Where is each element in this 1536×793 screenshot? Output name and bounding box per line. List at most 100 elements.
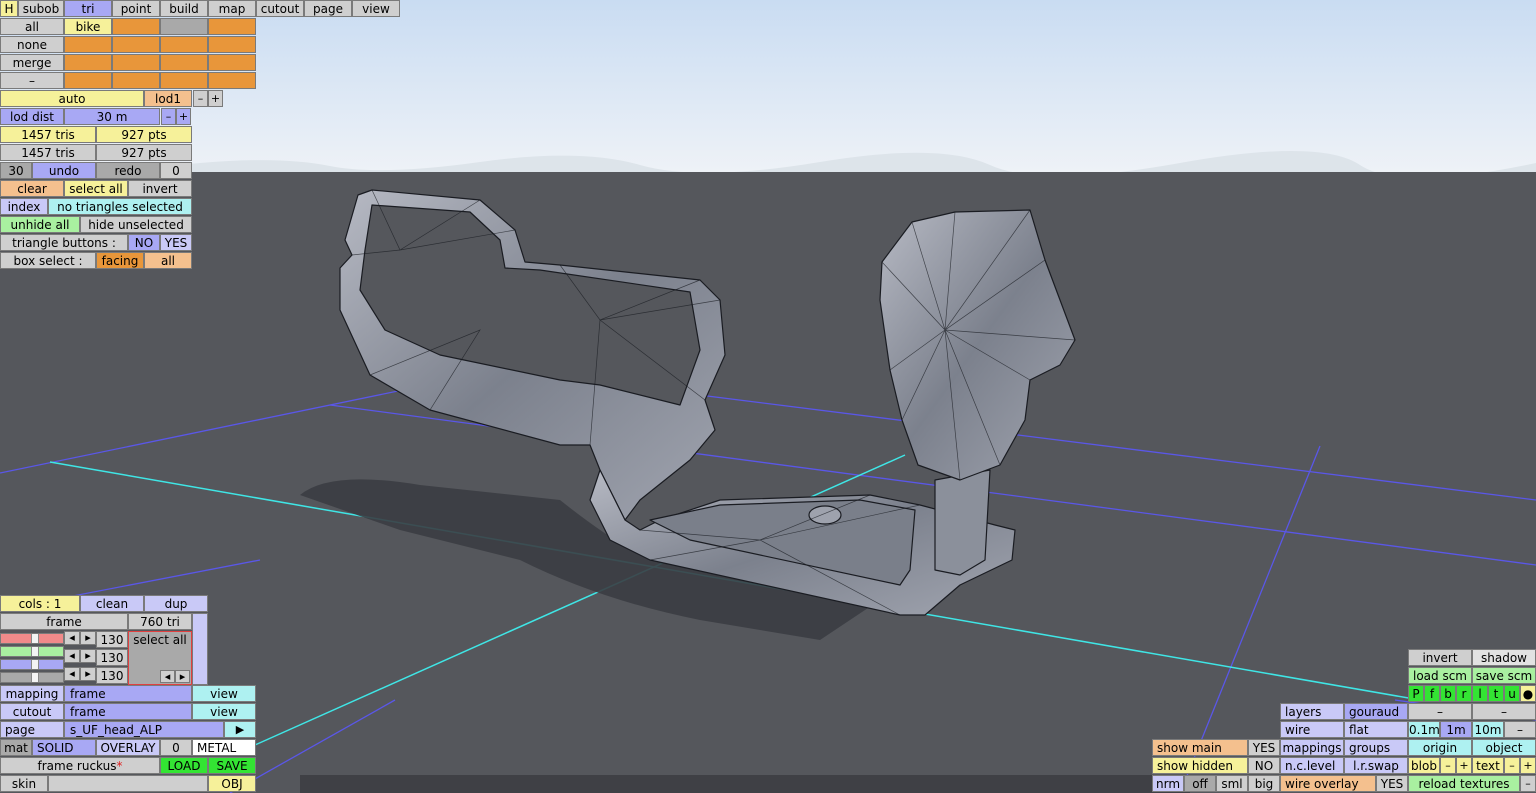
tab-cutout[interactable]: cutout xyxy=(256,0,304,17)
lod-plus-button[interactable]: + xyxy=(208,90,223,107)
unhide-all-button[interactable]: unhide all xyxy=(0,216,80,233)
color-right-arrow[interactable]: ▸ xyxy=(175,670,190,683)
object-button[interactable]: object xyxy=(1472,739,1536,756)
lod-dist-plus-button[interactable]: + xyxy=(176,108,191,125)
skin-field[interactable] xyxy=(48,775,208,792)
mat-solid-button[interactable]: SOLID xyxy=(32,739,96,756)
index-button[interactable]: index xyxy=(0,198,48,215)
blob-button[interactable]: blob xyxy=(1408,757,1440,774)
group-slot[interactable] xyxy=(160,54,208,71)
show-hidden-toggle[interactable]: NO xyxy=(1248,757,1280,774)
group-slot[interactable] xyxy=(208,18,256,35)
tab-view[interactable]: view xyxy=(352,0,400,17)
select-all-button[interactable]: select all xyxy=(64,180,128,197)
text-button[interactable]: text xyxy=(1472,757,1504,774)
grid-01m-button[interactable]: 0.1m xyxy=(1408,721,1440,738)
tab-point[interactable]: point xyxy=(112,0,160,17)
group-slot[interactable] xyxy=(64,54,112,71)
lod-dist-minus-button[interactable]: – xyxy=(161,108,176,125)
grid-1m-button[interactable]: 1m xyxy=(1440,721,1472,738)
lod-auto-button[interactable]: auto xyxy=(0,90,144,107)
group-slot[interactable] xyxy=(64,72,112,89)
h-button[interactable]: H xyxy=(0,0,18,17)
group-name[interactable]: frame xyxy=(0,613,128,630)
red-left-arrow[interactable]: ◂ xyxy=(64,631,80,645)
group-slot[interactable] xyxy=(160,36,208,53)
tab-subob[interactable]: subob xyxy=(18,0,64,17)
origin-button[interactable]: origin xyxy=(1408,739,1472,756)
triangle-buttons-no[interactable]: NO xyxy=(128,234,160,251)
mapping-value[interactable]: frame xyxy=(64,685,192,702)
mappings-button[interactable]: mappings xyxy=(1280,739,1344,756)
flat-button[interactable]: flat xyxy=(1344,721,1408,738)
tab-page[interactable]: page xyxy=(304,0,352,17)
flag-t[interactable]: t xyxy=(1488,685,1504,702)
flag-dot[interactable]: ● xyxy=(1520,685,1536,702)
merge-button[interactable]: merge xyxy=(0,54,64,71)
tab-map[interactable]: map xyxy=(208,0,256,17)
nrm-off-button[interactable]: off xyxy=(1184,775,1216,792)
group-scroll[interactable] xyxy=(192,613,208,685)
lr-swap-button[interactable]: l.r.swap xyxy=(1344,757,1408,774)
3d-viewport[interactable] xyxy=(0,0,1536,793)
bottom-scrollbar[interactable] xyxy=(300,775,1190,793)
wire-button[interactable]: wire xyxy=(1280,721,1344,738)
cols-button[interactable]: cols : 1 xyxy=(0,595,80,612)
blue-slider[interactable] xyxy=(0,659,64,670)
text-minus-button[interactable]: – xyxy=(1504,757,1520,774)
page-value[interactable]: s_UF_head_ALP xyxy=(64,721,224,738)
green-left-arrow[interactable]: ◂ xyxy=(64,649,80,663)
gouraud-button[interactable]: gouraud xyxy=(1344,703,1408,720)
hide-unselected-button[interactable]: hide unselected xyxy=(80,216,192,233)
show-main-toggle[interactable]: YES xyxy=(1248,739,1280,756)
green-right-arrow[interactable]: ▸ xyxy=(80,649,96,663)
file-name[interactable]: frame ruckus* xyxy=(0,757,160,774)
alpha-slider[interactable] xyxy=(0,672,64,683)
flag-l[interactable]: l xyxy=(1472,685,1488,702)
group-slot[interactable] xyxy=(112,18,160,35)
select-none-button[interactable]: none xyxy=(0,36,64,53)
undo-button[interactable]: undo xyxy=(32,162,96,179)
group-remove-button[interactable]: – xyxy=(0,72,64,89)
lod-dist-value[interactable]: 30 m xyxy=(64,108,160,125)
blue-right-arrow[interactable]: ▸ xyxy=(80,667,96,681)
load-button[interactable]: LOAD xyxy=(160,757,208,774)
select-all-groups-button[interactable]: all xyxy=(0,18,64,35)
lod-minus-button[interactable]: – xyxy=(193,90,208,107)
red-slider[interactable] xyxy=(0,633,64,644)
flag-r[interactable]: r xyxy=(1456,685,1472,702)
reload-minus-button[interactable]: – xyxy=(1520,775,1536,792)
flag-u[interactable]: u xyxy=(1504,685,1520,702)
save-scm-button[interactable]: save scm xyxy=(1472,667,1536,684)
nrm-big-button[interactable]: big xyxy=(1248,775,1280,792)
mat-number[interactable]: 0 xyxy=(160,739,192,756)
group-slot[interactable] xyxy=(64,36,112,53)
page-next-button[interactable]: ▶ xyxy=(224,721,256,738)
tab-build[interactable]: build xyxy=(160,0,208,17)
reload-textures-button[interactable]: reload textures xyxy=(1408,775,1520,792)
flag-p[interactable]: P xyxy=(1408,685,1424,702)
color-left-arrow[interactable]: ◂ xyxy=(160,670,175,683)
clean-button[interactable]: clean xyxy=(80,595,144,612)
box-select-facing[interactable]: facing xyxy=(96,252,144,269)
group-slot[interactable] xyxy=(208,72,256,89)
wire-overlay-toggle[interactable]: YES xyxy=(1376,775,1408,792)
group-slot[interactable] xyxy=(160,18,208,35)
group-slot[interactable] xyxy=(112,72,160,89)
mapping-view-button[interactable]: view xyxy=(192,685,256,702)
grid-minus-button[interactable]: – xyxy=(1504,721,1536,738)
mat-overlay-button[interactable]: OVERLAY xyxy=(96,739,160,756)
green-slider[interactable] xyxy=(0,646,64,657)
dup-button[interactable]: dup xyxy=(144,595,208,612)
blob-plus-button[interactable]: + xyxy=(1456,757,1472,774)
text-plus-button[interactable]: + xyxy=(1520,757,1536,774)
save-button[interactable]: SAVE xyxy=(208,757,256,774)
groups-button[interactable]: groups xyxy=(1344,739,1408,756)
flag-b[interactable]: b xyxy=(1440,685,1456,702)
lod1-button[interactable]: lod1 xyxy=(144,90,192,107)
nrm-sml-button[interactable]: sml xyxy=(1216,775,1248,792)
cutout-view-button[interactable]: view xyxy=(192,703,256,720)
nc-level-button[interactable]: n.c.level xyxy=(1280,757,1344,774)
obj-button[interactable]: OBJ xyxy=(208,775,256,792)
cutout-value[interactable]: frame xyxy=(64,703,192,720)
